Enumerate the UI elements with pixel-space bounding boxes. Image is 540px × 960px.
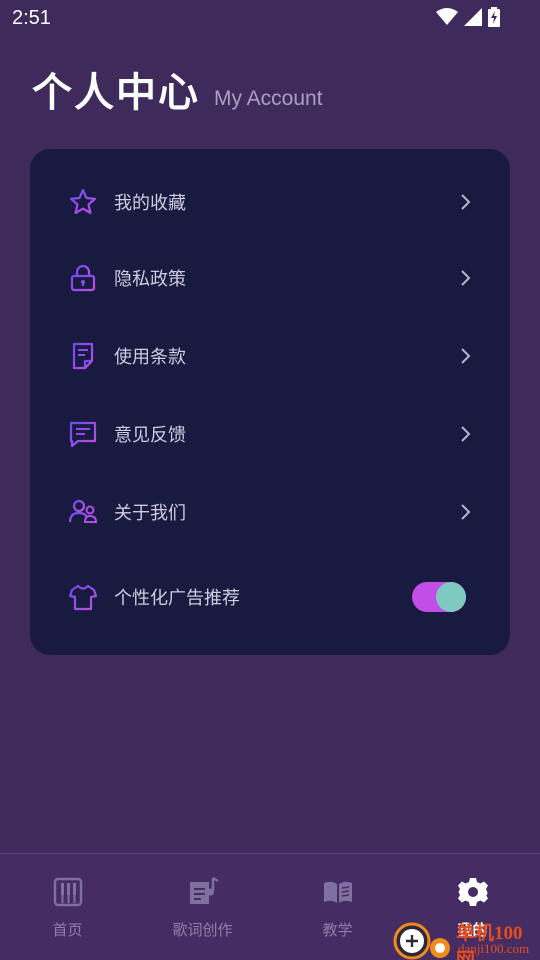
page-title: 个人中心 (32, 70, 200, 116)
nav-label: 教学 (322, 921, 353, 939)
page-header: 个人中心 My Account (32, 70, 323, 116)
menu-item-label: 关于我们 (114, 503, 186, 524)
status-bar: 2:51 (0, 0, 540, 38)
status-time: 2:51 (12, 7, 51, 29)
nav-label: 歌词创作 (172, 921, 233, 939)
menu-item-label: 使用条款 (114, 347, 186, 368)
battery-icon (488, 7, 500, 27)
chevron-right-icon (461, 348, 471, 364)
menu-item-terms-of-use[interactable]: 使用条款 (30, 326, 510, 386)
menu-item-personalized-ads: 个性化广告推荐 (30, 567, 510, 627)
chevron-right-icon (461, 504, 471, 520)
menu-item-label: 个性化广告推荐 (114, 588, 240, 609)
nav-teaching[interactable]: 教学 (270, 854, 405, 960)
lock-icon (70, 264, 96, 292)
chevron-right-icon (461, 194, 471, 210)
menu-item-label: 我的收藏 (114, 193, 186, 214)
wifi-icon (436, 8, 458, 25)
menu-item-privacy-policy[interactable]: 隐私政策 (30, 248, 510, 308)
site-watermark: 单机100网 danji100.com (388, 912, 540, 960)
status-icons (436, 7, 500, 27)
tshirt-icon (68, 584, 98, 611)
menu-item-about-us[interactable]: 关于我们 (30, 482, 510, 542)
nav-label: 首页 (52, 921, 83, 939)
watermark-subtext: danji100.com (458, 941, 530, 956)
personalized-ads-toggle[interactable] (412, 582, 466, 612)
nav-lyrics[interactable]: 歌词创作 (135, 854, 270, 960)
users-icon (68, 499, 98, 524)
piano-icon (53, 877, 82, 907)
signal-icon (464, 8, 482, 26)
star-icon (69, 188, 97, 215)
chevron-right-icon (461, 270, 471, 286)
menu-card: 我的收藏 隐私政策 使用条款 意见反馈 关于我们 个性化广告推荐 (30, 149, 510, 655)
watermark-logo-icon (393, 922, 450, 960)
toggle-knob (436, 582, 466, 612)
gear-icon (457, 878, 488, 906)
lyrics-music-icon (189, 876, 219, 904)
menu-item-favorites[interactable]: 我的收藏 (30, 172, 510, 232)
feedback-chat-icon (69, 421, 97, 448)
book-icon (323, 881, 352, 903)
menu-item-label: 隐私政策 (114, 269, 186, 290)
menu-item-feedback[interactable]: 意见反馈 (30, 404, 510, 464)
menu-item-label: 意见反馈 (114, 425, 186, 446)
chevron-right-icon (461, 426, 471, 442)
document-icon (72, 342, 94, 370)
page-subtitle: My Account (214, 87, 323, 110)
nav-home[interactable]: 首页 (0, 854, 135, 960)
